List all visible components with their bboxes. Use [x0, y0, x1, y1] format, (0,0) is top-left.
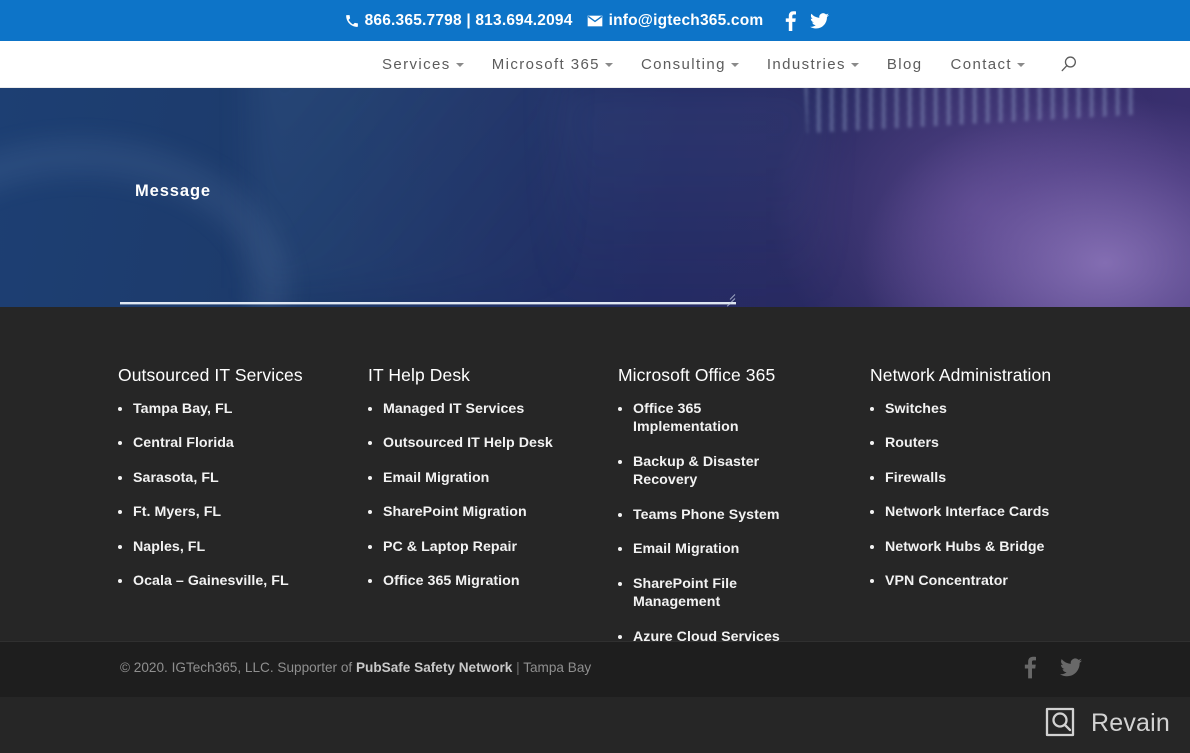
- facebook-icon[interactable]: [785, 10, 797, 31]
- main-navigation: Services Microsoft 365 Consulting Indust…: [0, 41, 1190, 88]
- footer-link-list: Tampa Bay, FL Central Florida Sarasota, …: [118, 400, 368, 591]
- facebook-icon[interactable]: [1024, 656, 1036, 684]
- copyright-text: © 2020. IGTech365, LLC. Supporter of Pub…: [120, 660, 591, 675]
- footer-link-list: Switches Routers Firewalls Network Inter…: [870, 400, 1118, 591]
- chevron-down-icon: [850, 63, 859, 67]
- phone-icon: [345, 14, 359, 28]
- envelope-icon: [587, 15, 603, 27]
- revain-watermark: Revain: [1039, 700, 1170, 747]
- footer-link[interactable]: VPN Concentrator: [870, 572, 1118, 590]
- nav-item-label: Consulting: [640, 55, 726, 73]
- chevron-down-icon: [730, 63, 739, 67]
- top-utility-bar: 866.365.7798 | 813.694.2094 info@igtech3…: [0, 0, 1190, 41]
- footer-link[interactable]: Office 365 Implementation: [618, 400, 796, 437]
- background-decoration: [250, 88, 570, 288]
- footer-link[interactable]: Email Migration: [368, 469, 618, 487]
- twitter-icon[interactable]: [1060, 658, 1082, 682]
- message-textarea[interactable]: [120, 302, 736, 304]
- footer-column-title: Microsoft Office 365: [618, 365, 776, 385]
- nav-item-label: Services: [381, 55, 451, 73]
- textarea-resize-handle[interactable]: [723, 288, 736, 307]
- footer-link[interactable]: SharePoint File Management: [618, 575, 796, 612]
- nav-item-contact[interactable]: Contact: [950, 55, 1025, 73]
- footer-link[interactable]: Teams Phone System: [618, 506, 796, 524]
- footer-link-list: Office 365 Implementation Backup & Disas…: [618, 400, 870, 646]
- top-social-links: [785, 10, 830, 31]
- phone-link[interactable]: 866.365.7798 | 813.694.2094: [345, 12, 573, 30]
- copyright-bar: © 2020. IGTech365, LLC. Supporter of Pub…: [0, 641, 1190, 697]
- footer-link[interactable]: Central Florida: [118, 434, 368, 452]
- email-link[interactable]: info@igtech365.com: [587, 12, 764, 30]
- background-decoration: [803, 88, 1137, 134]
- footer-link[interactable]: Network Hubs & Bridge: [870, 538, 1118, 556]
- footer-link[interactable]: Network Interface Cards: [870, 503, 1118, 521]
- footer-column-title: Outsourced IT Services: [118, 365, 303, 385]
- copyright-separator: |: [512, 660, 524, 675]
- footer-column-microsoft-office-365: Microsoft Office 365 Office 365 Implemen…: [618, 365, 870, 662]
- footer-link[interactable]: Tampa Bay, FL: [118, 400, 368, 418]
- nav-item-label: Microsoft 365: [491, 55, 600, 73]
- footer-column-network-administration: Network Administration Switches Routers …: [870, 365, 1118, 662]
- footer-link[interactable]: Managed IT Services: [368, 400, 618, 418]
- nav-item-industries[interactable]: Industries: [767, 56, 859, 73]
- email-address: info@igtech365.com: [608, 11, 764, 29]
- chevron-down-icon: [455, 63, 464, 67]
- top-utility-bar-inner: 866.365.7798 | 813.694.2094 info@igtech3…: [345, 10, 830, 31]
- footer-link[interactable]: Switches: [870, 400, 1118, 418]
- footer-link[interactable]: Email Migration: [618, 540, 796, 558]
- nav-item-microsoft-365[interactable]: Microsoft 365: [492, 56, 613, 73]
- revain-watermark-text: Revain: [1090, 709, 1170, 737]
- nav-item-label: Contact: [950, 55, 1012, 73]
- footer-link[interactable]: Ft. Myers, FL: [118, 503, 368, 521]
- contact-form-section: Message 14 + 11 = SEND IT: [0, 88, 1190, 307]
- nav-item-blog[interactable]: Blog: [887, 56, 923, 73]
- nav-item-label: Blog: [886, 55, 923, 73]
- footer-link[interactable]: Office 365 Migration: [368, 572, 618, 590]
- footer-column-title: Network Administration: [870, 365, 1052, 385]
- footer-column-title: IT Help Desk: [368, 365, 471, 385]
- chevron-down-icon: [604, 63, 613, 67]
- message-field-label: Message: [135, 182, 212, 200]
- footer-link[interactable]: Backup & Disaster Recovery: [618, 453, 796, 490]
- twitter-icon[interactable]: [810, 12, 830, 29]
- pubsafe-link[interactable]: PubSafe Safety Network: [356, 660, 512, 675]
- footer-column-it-help-desk: IT Help Desk Managed IT Services Outsour…: [368, 365, 618, 662]
- footer-social-links: [1024, 656, 1082, 684]
- nav-items: Services Microsoft 365 Consulting Indust…: [382, 55, 1078, 74]
- footer-link[interactable]: Routers: [870, 434, 1118, 452]
- chevron-down-icon: [1017, 63, 1025, 67]
- footer-link[interactable]: Ocala – Gainesville, FL: [118, 572, 368, 590]
- copyright-prefix: © 2020. IGTech365, LLC. Supporter of: [120, 660, 356, 675]
- revain-logo-icon: [1039, 700, 1081, 747]
- footer-column-outsourced-it-services: Outsourced IT Services Tampa Bay, FL Cen…: [118, 365, 368, 662]
- background-decoration: [0, 138, 290, 307]
- footer-columns: Outsourced IT Services Tampa Bay, FL Cen…: [118, 365, 1118, 662]
- footer-link[interactable]: Outsourced IT Help Desk: [368, 434, 618, 452]
- nav-item-consulting[interactable]: Consulting: [641, 56, 739, 73]
- site-footer: Outsourced IT Services Tampa Bay, FL Cen…: [0, 307, 1190, 697]
- search-icon[interactable]: [1059, 55, 1078, 74]
- nav-item-label: Industries: [766, 55, 846, 73]
- nav-item-services[interactable]: Services: [382, 56, 464, 73]
- footer-link-list: Managed IT Services Outsourced IT Help D…: [368, 400, 618, 591]
- footer-link[interactable]: Naples, FL: [118, 538, 368, 556]
- footer-link[interactable]: PC & Laptop Repair: [368, 538, 618, 556]
- footer-link[interactable]: Sarasota, FL: [118, 469, 368, 487]
- footer-link[interactable]: SharePoint Migration: [368, 503, 618, 521]
- footer-link[interactable]: Firewalls: [870, 469, 1118, 487]
- copyright-suffix: Tampa Bay: [523, 660, 592, 675]
- background-decoration: [560, 88, 820, 307]
- phone-number: 866.365.7798 | 813.694.2094: [364, 11, 573, 29]
